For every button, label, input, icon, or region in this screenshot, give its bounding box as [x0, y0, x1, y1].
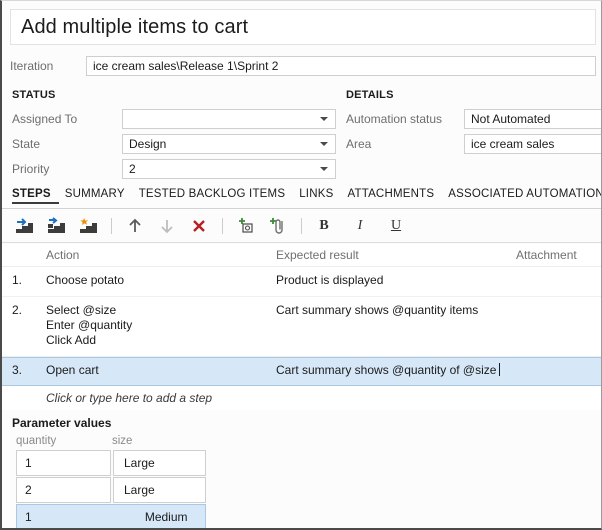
assigned-to-label: Assigned To	[12, 112, 122, 126]
create-shared-steps-icon[interactable]	[74, 213, 102, 239]
steps-grid: Action Expected result Attachment 1. Cho…	[2, 244, 602, 410]
priority-value: 2	[129, 162, 136, 176]
chevron-down-icon	[320, 167, 328, 171]
automation-status-row: Automation status Not Automated	[346, 109, 602, 129]
underline-button[interactable]: U	[383, 213, 409, 239]
step-action-line: Open cart	[46, 363, 276, 378]
steps-grid-header: Action Expected result Attachment	[2, 244, 602, 267]
column-header-quantity: quantity	[16, 435, 112, 447]
step-action-line: Click Add	[46, 333, 276, 348]
chevron-down-icon	[320, 142, 328, 146]
details-section-heading: DETAILS	[346, 89, 394, 101]
steps-toolbar: B I U	[2, 210, 602, 243]
state-row: State Design	[12, 134, 336, 154]
iteration-label: Iteration	[10, 59, 86, 73]
tab-attachments[interactable]: ATTACHMENTS	[347, 187, 442, 204]
parameter-quantity-cell[interactable]: 2	[16, 477, 111, 503]
parameter-quantity-cell[interactable]: 1	[16, 450, 111, 476]
step-action[interactable]: Choose potato	[46, 273, 276, 288]
test-case-editor-window: Add multiple items to cart Iteration ice…	[0, 0, 602, 530]
area-input[interactable]: ice cream sales	[464, 134, 602, 154]
tab-steps[interactable]: STEPS	[12, 187, 59, 204]
move-up-icon[interactable]	[121, 213, 149, 239]
step-expected-result[interactable]: Product is displayed	[276, 273, 516, 287]
status-section-heading: STATUS	[12, 89, 56, 101]
parameter-values-table: 1 Large 2 Large 1 Medium	[16, 450, 206, 530]
area-row: Area ice cream sales	[346, 134, 602, 154]
toolbar-separator	[111, 218, 112, 234]
column-header-expected-result: Expected result	[276, 248, 516, 262]
tab-tested-backlog-items[interactable]: TESTED BACKLOG ITEMS	[139, 187, 294, 204]
state-value: Design	[129, 137, 166, 151]
assigned-to-row: Assigned To	[12, 109, 336, 129]
iteration-input[interactable]: ice cream sales\Release 1\Sprint 2	[86, 56, 596, 76]
parameter-quantity-cell[interactable]: 1	[16, 504, 111, 530]
parameter-size-cell[interactable]: Medium	[111, 504, 206, 530]
step-expected-result[interactable]: Cart summary shows @quantity items	[276, 303, 516, 317]
tab-links[interactable]: LINKS	[299, 187, 341, 204]
column-header-size: size	[112, 435, 208, 447]
step-number: 3.	[2, 363, 46, 377]
step-action[interactable]: Open cart	[46, 363, 276, 378]
insert-parameter-icon[interactable]	[232, 213, 260, 239]
automation-status-input[interactable]: Not Automated	[464, 109, 602, 129]
italic-button[interactable]: I	[347, 213, 373, 239]
step-action[interactable]: Select @size Enter @quantity Click Add	[46, 303, 276, 348]
chevron-down-icon	[320, 117, 328, 121]
table-row[interactable]: 3. Open cart Cart summary shows @quantit…	[2, 357, 602, 386]
delete-icon[interactable]	[185, 213, 213, 239]
parameter-columns-header: quantity size	[16, 435, 208, 447]
parameter-values-title: Parameter values	[12, 416, 111, 430]
toolbar-separator	[301, 218, 302, 234]
parameter-size-cell[interactable]: Large	[113, 477, 206, 503]
step-number: 1.	[2, 273, 46, 287]
move-down-icon[interactable]	[153, 213, 181, 239]
title-field[interactable]: Add multiple items to cart	[10, 9, 596, 45]
text-cursor	[499, 363, 500, 376]
iteration-row: Iteration ice cream sales\Release 1\Spri…	[10, 56, 596, 76]
area-label: Area	[346, 137, 464, 151]
insert-shared-steps-icon[interactable]	[42, 213, 70, 239]
add-step-hint: Click or type here to add a step	[46, 391, 346, 405]
assigned-to-select[interactable]	[122, 109, 336, 129]
table-row[interactable]: 2 Large	[16, 477, 206, 503]
column-header-action: Action	[46, 248, 276, 262]
tab-summary[interactable]: SUMMARY	[65, 187, 133, 204]
table-row[interactable]: 1 Medium	[16, 504, 206, 530]
step-expected-result-text: Cart summary shows @quantity of @size	[276, 363, 496, 377]
tab-bar: STEPS SUMMARY TESTED BACKLOG ITEMS LINKS…	[2, 187, 602, 209]
table-row[interactable]: 2. Select @size Enter @quantity Click Ad…	[2, 297, 602, 357]
priority-row: Priority 2	[12, 159, 336, 179]
step-action-line: Enter @quantity	[46, 318, 276, 333]
table-row[interactable]: 1 Large	[16, 450, 206, 476]
page-title: Add multiple items to cart	[11, 16, 248, 39]
priority-select[interactable]: 2	[122, 159, 336, 179]
automation-status-label: Automation status	[346, 112, 464, 126]
step-expected-result[interactable]: Cart summary shows @quantity of @size	[276, 363, 516, 377]
step-action-line: Select @size	[46, 303, 276, 318]
parameter-size-cell[interactable]: Large	[113, 450, 206, 476]
step-action-line: Choose potato	[46, 273, 276, 288]
state-label: State	[12, 137, 122, 151]
step-number: 2.	[2, 303, 46, 317]
insert-step-icon[interactable]	[10, 213, 38, 239]
toolbar-separator	[222, 218, 223, 234]
tab-associated-automation[interactable]: ASSOCIATED AUTOMATION	[448, 187, 602, 204]
add-step-row[interactable]: Click or type here to add a step	[2, 386, 602, 410]
column-header-attachment: Attachment	[516, 248, 602, 262]
bold-button[interactable]: B	[311, 213, 337, 239]
priority-label: Priority	[12, 162, 122, 176]
table-row[interactable]: 1. Choose potato Product is displayed	[2, 267, 602, 297]
add-attachment-icon[interactable]	[264, 213, 292, 239]
state-select[interactable]: Design	[122, 134, 336, 154]
